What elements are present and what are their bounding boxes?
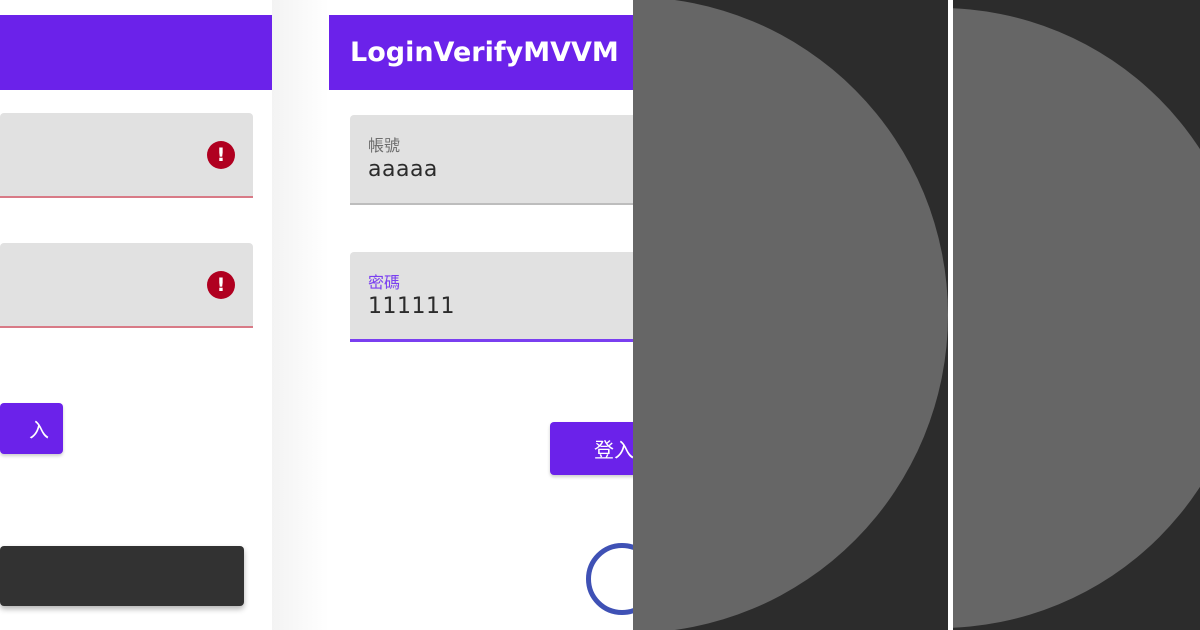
error-snackbar [0, 546, 244, 606]
account-input[interactable]: aaaaa [368, 157, 438, 182]
progress-spinner-icon [586, 543, 633, 615]
error-exclamation-icon: ! [207, 271, 235, 299]
left-login-button[interactable]: 入 [0, 403, 63, 454]
error-exclamation-icon: ! [207, 141, 235, 169]
password-input[interactable]: 111111 [368, 294, 455, 319]
left-app-bar [0, 15, 272, 90]
overlay-panel-left [633, 0, 948, 630]
right-login-screen: LoginVerifyMVVM 帳號 aaaaa 密碼 111111 登入 [329, 0, 633, 630]
password-field[interactable]: 密碼 111111 [350, 252, 633, 342]
app-bar: LoginVerifyMVVM [329, 15, 633, 90]
left-password-field[interactable]: ! [0, 243, 253, 328]
login-button[interactable]: 登入 [550, 422, 633, 475]
overlay-half-disc [953, 8, 1200, 628]
overlay-panel-right [953, 0, 1200, 630]
left-account-field[interactable]: ! [0, 113, 253, 198]
left-login-screen: ! ! 入 [0, 0, 272, 630]
overlay-half-disc [633, 0, 948, 630]
password-field-label: 密碼 [368, 273, 401, 292]
left-login-button-label: 入 [29, 418, 49, 442]
login-button-label: 登入 [594, 438, 633, 462]
account-field-label: 帳號 [368, 136, 401, 155]
account-field[interactable]: 帳號 aaaaa [350, 115, 633, 205]
screen-gap [272, 0, 329, 630]
app-title: LoginVerifyMVVM [350, 37, 619, 68]
